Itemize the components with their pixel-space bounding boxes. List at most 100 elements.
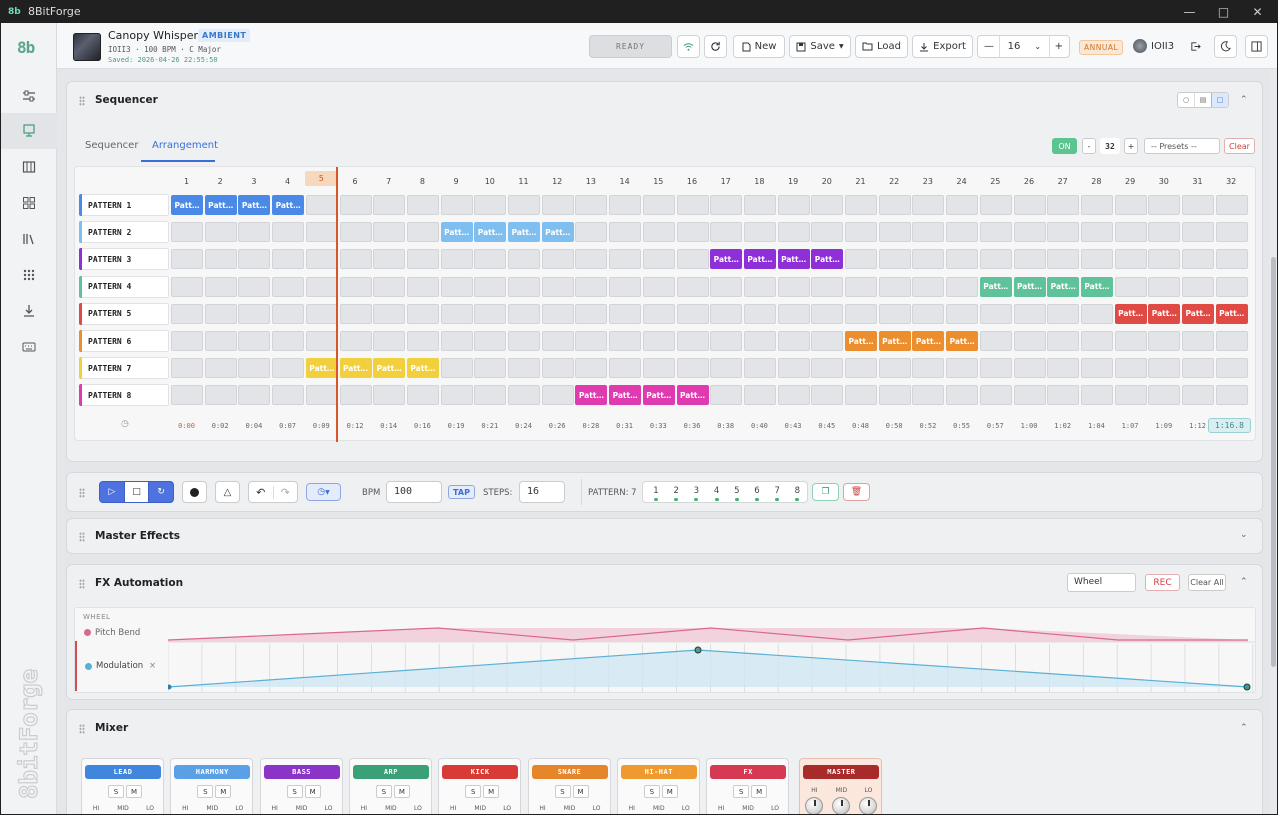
column-header[interactable]: 5 (304, 171, 338, 186)
arrangement-cell[interactable] (912, 358, 945, 379)
arrangement-clip[interactable]: Patt… (946, 331, 979, 351)
arrangement-clip[interactable]: Patt… (676, 385, 709, 406)
sidebar-item-mixer[interactable] (1, 78, 57, 114)
load-button[interactable]: Load (855, 35, 908, 58)
pattern-select-8[interactable]: 8 (792, 486, 802, 501)
arrangement-clip[interactable]: Patt… (406, 358, 439, 379)
arrangement-cell[interactable] (1013, 358, 1046, 379)
arrangement-cell[interactable] (1215, 222, 1248, 243)
arrangement-cell[interactable] (474, 358, 507, 379)
automation-point[interactable] (1243, 683, 1251, 691)
logout-button[interactable] (1185, 35, 1205, 58)
arrangement-cell[interactable] (406, 195, 439, 215)
arrangement-cell[interactable] (1215, 331, 1248, 351)
column-header[interactable]: 27 (1046, 177, 1079, 186)
arrangement-cell[interactable] (406, 331, 439, 351)
column-header[interactable]: 17 (709, 177, 742, 186)
mute-button[interactable]: M (393, 785, 410, 798)
arrangement-cell[interactable] (777, 195, 810, 215)
arrangement-cell[interactable] (912, 222, 945, 243)
arrangement-cell[interactable] (238, 276, 271, 297)
refresh-button[interactable] (704, 35, 727, 58)
arrangement-clip[interactable]: Patt… (339, 358, 372, 379)
column-header[interactable]: 23 (911, 177, 944, 186)
arrangement-cell[interactable] (474, 303, 507, 324)
arrangement-cell[interactable] (777, 276, 810, 297)
track-label[interactable]: PATTERN 2 (79, 221, 169, 244)
arrangement-cell[interactable] (979, 331, 1012, 351)
arrangement-cell[interactable] (272, 331, 305, 351)
arrangement-cell[interactable] (743, 222, 776, 243)
arrangement-cell[interactable] (1215, 358, 1248, 379)
arrangement-cell[interactable] (979, 385, 1012, 406)
tab-arrangement[interactable]: Arrangement (152, 140, 218, 151)
arrangement-cell[interactable] (777, 331, 810, 351)
column-header[interactable]: 9 (440, 177, 473, 186)
arrangement-cell[interactable] (811, 222, 844, 243)
arrangement-cell[interactable] (609, 331, 642, 351)
mute-button[interactable]: M (304, 785, 321, 798)
column-header[interactable]: 6 (339, 177, 372, 186)
arrangement-cell[interactable] (811, 303, 844, 324)
arrangement-cell[interactable] (440, 276, 473, 297)
expanded-view-icon[interactable]: □ (1211, 93, 1228, 107)
drag-handle-icon[interactable] (79, 724, 85, 734)
arrangement-cell[interactable] (272, 222, 305, 243)
arrangement-cell[interactable] (541, 303, 574, 324)
arrangement-cell[interactable] (171, 276, 203, 297)
timer-dropdown[interactable]: ◷ ▼ (306, 483, 341, 501)
column-header[interactable]: 16 (676, 177, 709, 186)
mute-button[interactable]: M (483, 785, 500, 798)
arrangement-cell[interactable] (171, 358, 203, 379)
arrangement-clip[interactable]: Patt… (1182, 303, 1214, 324)
arrangement-cell[interactable] (946, 276, 979, 297)
pattern-select-1[interactable]: 1 (651, 486, 661, 501)
arrangement-cell[interactable] (642, 222, 675, 243)
arrangement-clip[interactable]: Patt… (541, 222, 574, 243)
arrangement-cell[interactable] (777, 303, 810, 324)
column-header[interactable]: 8 (406, 177, 439, 186)
arrangement-cell[interactable] (339, 222, 372, 243)
arrangement-cell[interactable] (474, 249, 507, 270)
track-label[interactable]: PATTERN 1 (79, 194, 169, 216)
arrangement-cell[interactable] (878, 303, 911, 324)
pattern-select-6[interactable]: 6 (752, 486, 762, 501)
arrangement-cell[interactable] (541, 358, 574, 379)
column-header[interactable]: 26 (1013, 177, 1046, 186)
arrangement-clip[interactable]: Patt… (272, 195, 305, 215)
arrangement-cell[interactable] (642, 276, 675, 297)
arrangement-cell[interactable] (204, 249, 237, 270)
steps-input[interactable]: 16 (519, 481, 565, 503)
sidebar-item-download[interactable] (1, 293, 57, 329)
channel-name[interactable]: BASS (263, 765, 340, 779)
arrangement-cell[interactable] (811, 358, 844, 379)
arrangement-cell[interactable] (1182, 331, 1214, 351)
arrangement-cell[interactable] (743, 331, 776, 351)
arrangement-cell[interactable] (845, 276, 877, 297)
column-header[interactable]: 19 (777, 177, 810, 186)
arrangement-cell[interactable] (305, 331, 338, 351)
drag-handle-icon[interactable] (79, 96, 85, 106)
arrangement-cell[interactable] (474, 276, 507, 297)
arrangement-cell[interactable] (1080, 303, 1113, 324)
arrangement-cell[interactable] (878, 276, 911, 297)
arrangement-clip[interactable]: Patt… (1047, 276, 1080, 297)
arrangement-cell[interactable] (171, 385, 203, 406)
solo-button[interactable]: S (375, 785, 392, 798)
arrangement-cell[interactable] (575, 195, 608, 215)
arrangement-cell[interactable] (946, 249, 979, 270)
arrangement-cell[interactable] (878, 385, 911, 406)
arrangement-cell[interactable] (1013, 385, 1046, 406)
solo-button[interactable]: S (465, 785, 482, 798)
arrangement-cell[interactable] (541, 249, 574, 270)
redo-button[interactable]: ↷ (272, 485, 298, 499)
arrangement-cell[interactable] (373, 195, 406, 215)
arrangement-cell[interactable] (1047, 249, 1080, 270)
play-button[interactable]: ▷ (100, 482, 124, 502)
song-title[interactable]: Canopy Whispers (108, 29, 204, 42)
arrangement-cell[interactable] (845, 385, 877, 406)
column-header[interactable]: 20 (810, 177, 843, 186)
arrangement-cell[interactable] (474, 385, 507, 406)
arrangement-cell[interactable] (575, 358, 608, 379)
arrangement-cell[interactable] (1080, 331, 1113, 351)
